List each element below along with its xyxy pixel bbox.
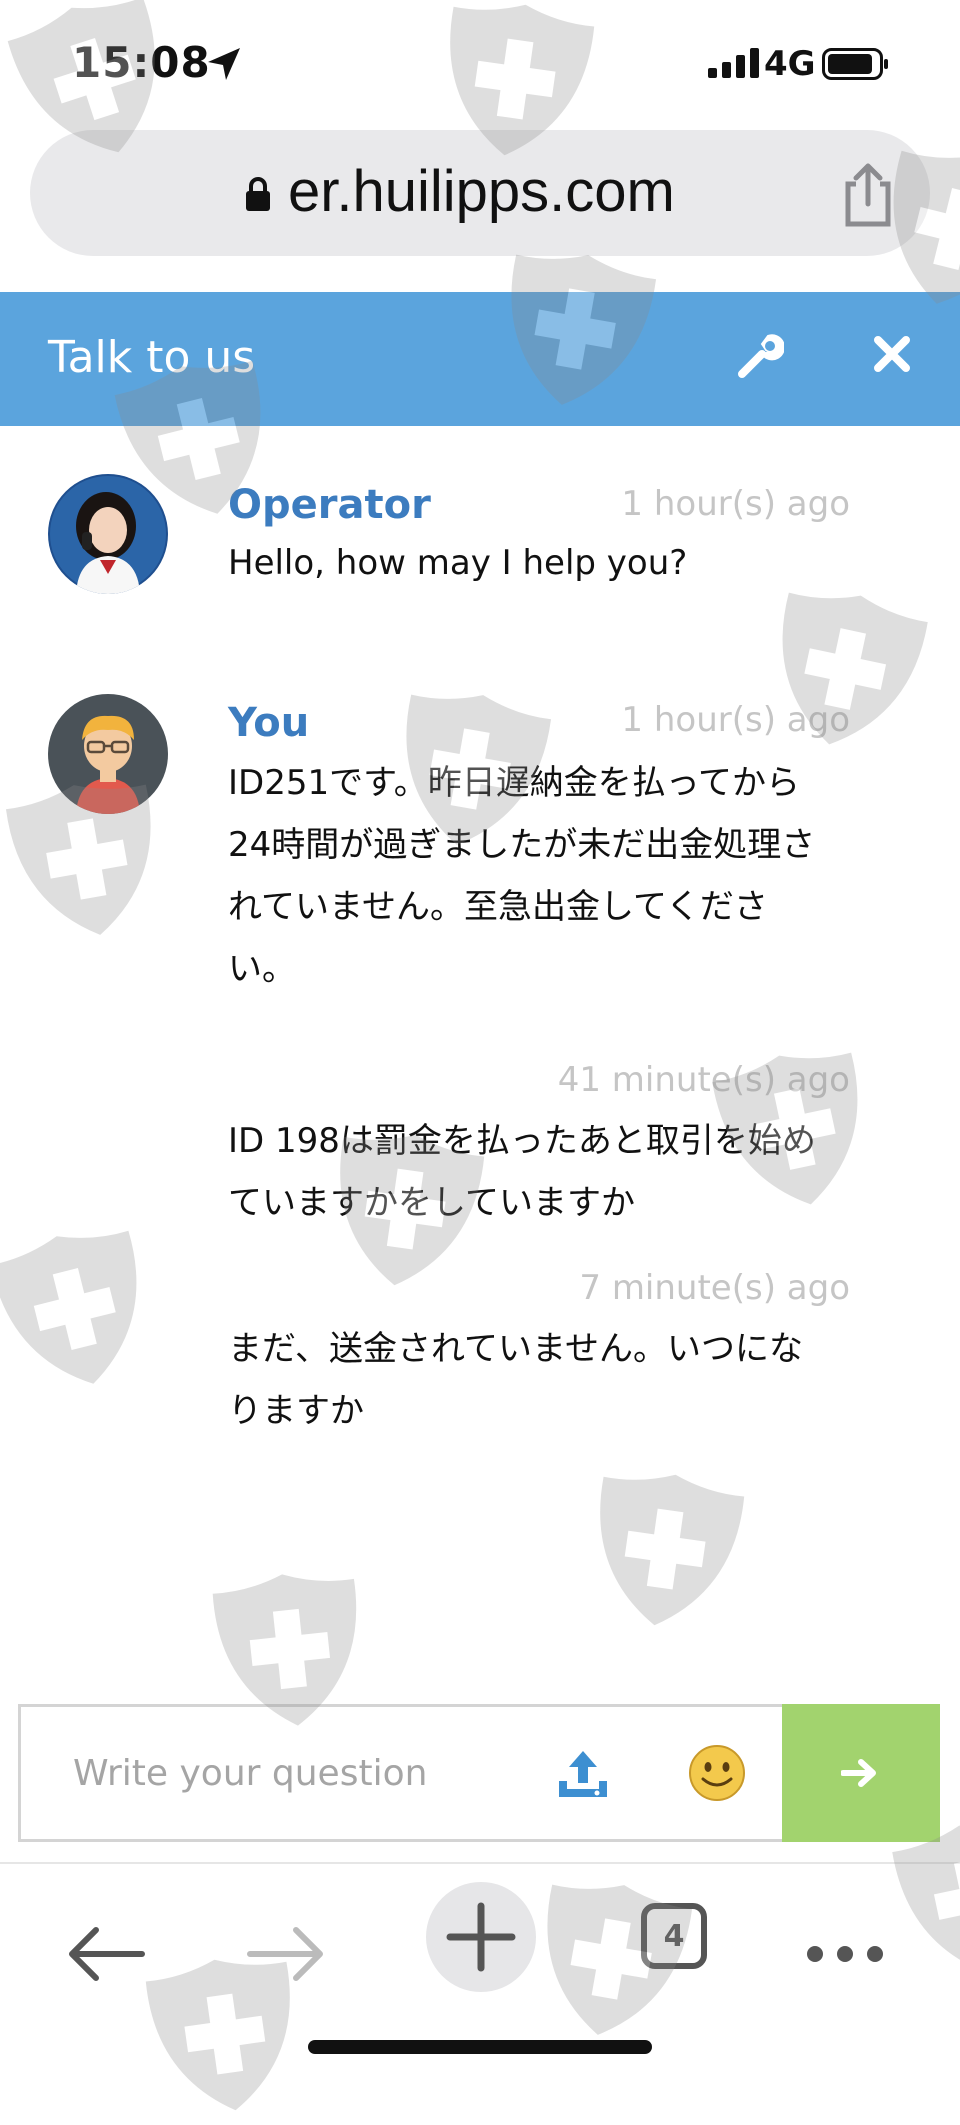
plus-icon <box>446 1902 516 1972</box>
wrench-icon[interactable] <box>736 332 784 380</box>
more-button[interactable] <box>800 1904 890 2004</box>
message-timestamp: 1 hour(s) ago <box>621 700 850 740</box>
message-author: You <box>228 700 310 746</box>
lock-icon <box>246 177 270 211</box>
message-author: Operator <box>228 482 431 528</box>
user-avatar <box>48 694 168 814</box>
battery-icon <box>822 48 888 80</box>
new-tab-button[interactable] <box>426 1882 536 1992</box>
close-icon[interactable] <box>872 334 912 374</box>
message-line: い。 <box>228 949 296 989</box>
tab-count: 4 <box>663 1918 685 1954</box>
smiley-icon[interactable] <box>687 1743 747 1803</box>
message-timestamp: 7 minute(s) ago <box>579 1268 850 1308</box>
message-line: ID251です。昨日遅納金を払ってから <box>228 763 801 803</box>
home-indicator[interactable] <box>308 2040 652 2054</box>
send-button[interactable] <box>782 1704 940 1842</box>
message-line: りますか <box>228 1391 364 1431</box>
network-type: 4G <box>764 44 816 84</box>
chat-message: You 1 hour(s) ago ID251です。昨日遅納金を払ってから 24… <box>0 690 960 1010</box>
upload-icon[interactable] <box>555 1747 611 1803</box>
message-composer <box>18 1704 940 1842</box>
url-text[interactable]: er.huilipps.com <box>288 158 675 225</box>
message-text: ID251です。昨日遅納金を払ってから 24時間が過ぎましたが未だ出金処理さ れ… <box>228 752 848 1000</box>
shield-cross-watermark <box>600 1474 745 1626</box>
chat-header: Talk to us <box>0 292 960 426</box>
message-timestamp: 1 hour(s) ago <box>621 484 850 524</box>
chat-message: 41 minute(s) ago ID 198は罰金を払ったあと取引を始め てい… <box>0 1052 960 1242</box>
message-text: Hello, how may I help you? <box>228 543 688 583</box>
share-icon[interactable] <box>838 160 898 228</box>
message-text: まだ、送金されていません。いつにな りますか <box>228 1318 848 1442</box>
forward-button[interactable] <box>236 1904 336 2004</box>
back-arrow-icon <box>69 1927 145 1981</box>
forward-arrow-icon <box>247 1927 323 1981</box>
status-bar: 15:08 4G <box>0 0 960 120</box>
location-arrow-icon <box>208 48 240 80</box>
message-line: 24時間が過ぎましたが未だ出金処理さ <box>228 825 816 865</box>
operator-avatar <box>48 474 168 594</box>
message-timestamp: 41 minute(s) ago <box>557 1060 850 1100</box>
chat-message: Operator 1 hour(s) ago Hello, how may I … <box>0 470 960 620</box>
message-text: ID 198は罰金を払ったあと取引を始め ていますかをしていますか <box>228 1110 848 1234</box>
tabs-icon: 4 <box>641 1903 707 1969</box>
message-line: れていません。至急出金してくださ <box>228 887 768 927</box>
chat-title: Talk to us <box>48 332 256 383</box>
back-button[interactable] <box>56 1904 156 2004</box>
message-line: ID 198は罰金を払ったあと取引を始め <box>228 1121 816 1161</box>
message-line: ていますかをしていますか <box>228 1183 635 1223</box>
address-bar[interactable]: er.huilipps.com <box>30 130 930 256</box>
more-dots-icon <box>807 1946 883 1962</box>
clock: 15:08 <box>72 38 211 87</box>
message-line: まだ、送金されていません。いつにな <box>228 1329 803 1369</box>
tabs-button[interactable]: 4 <box>632 1894 716 1978</box>
question-input[interactable] <box>71 1737 515 1809</box>
signal-bars-icon <box>708 48 759 78</box>
arrow-right-icon <box>841 1759 876 1787</box>
chat-message: 7 minute(s) ago まだ、送金されていません。いつにな りますか <box>0 1260 960 1450</box>
